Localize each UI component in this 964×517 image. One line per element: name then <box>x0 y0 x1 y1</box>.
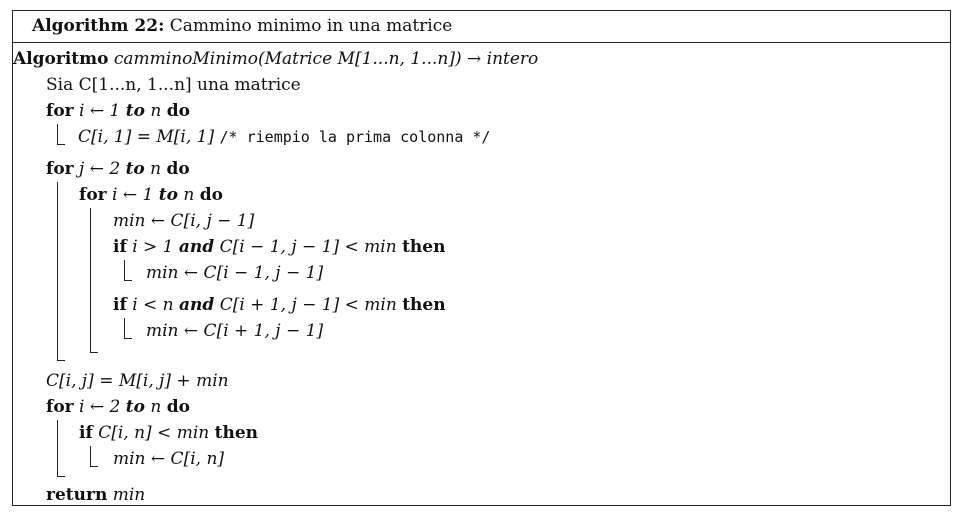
loop-bound: n <box>150 397 162 417</box>
function-signature: camminoMinimo(Matrice M[1...n, 1...n]) →… <box>113 49 539 69</box>
keyword-for: for <box>79 185 107 205</box>
block-bar-for-1 <box>57 124 58 144</box>
keyword-return: return <box>46 485 108 505</box>
block-bar-for-3 <box>90 208 91 352</box>
block-end-if-3 <box>90 466 98 467</box>
line-if-1: if i > 1 and C[i − 1, j − 1] < min then <box>113 236 445 258</box>
return-value: min <box>112 485 146 505</box>
keyword-to: to <box>158 185 178 205</box>
block-end-for-4 <box>57 476 65 477</box>
keyword-do: do <box>166 159 190 179</box>
line-return: return min <box>46 484 145 506</box>
code-comment: /* riempio la prima colonna */ <box>219 128 491 146</box>
condition-b: C[i + 1, j − 1] < min <box>219 295 397 315</box>
keyword-if: if <box>113 295 127 315</box>
block-bar-if-2 <box>124 318 125 338</box>
keyword-and: and <box>178 237 215 257</box>
condition-a: i < n <box>132 295 174 315</box>
keyword-to: to <box>125 397 145 417</box>
keyword-do: do <box>166 101 190 121</box>
block-end-for-1 <box>57 144 65 145</box>
keyword-for: for <box>46 397 74 417</box>
block-bar-for-4 <box>57 420 58 476</box>
block-end-if-1 <box>124 280 132 281</box>
block-end-for-2 <box>57 360 65 361</box>
line-min-assign: min ← C[i, j − 1] <box>113 211 255 231</box>
block-end-if-2 <box>124 338 132 339</box>
line-for-3: for i ← 1 to n do <box>79 184 223 206</box>
block-bar-if-3 <box>90 446 91 466</box>
keyword-do: do <box>166 397 190 417</box>
loop-init: i ← 1 <box>79 101 121 121</box>
line-sia: Sia C[1...n, 1...n] una matrice <box>46 75 301 95</box>
keyword-do: do <box>199 185 223 205</box>
keyword-algoritmo: Algoritmo <box>13 49 109 69</box>
loop-bound: n <box>150 159 162 179</box>
keyword-to: to <box>125 101 145 121</box>
loop-init: j ← 2 <box>79 159 121 179</box>
loop-bound: n <box>183 185 195 205</box>
loop-init: i ← 2 <box>79 397 121 417</box>
line-for-1: for i ← 1 to n do <box>46 100 190 122</box>
line-if-1-body: min ← C[i − 1, j − 1] <box>146 263 324 283</box>
keyword-to: to <box>125 159 145 179</box>
loop-init: i ← 1 <box>112 185 154 205</box>
keyword-then: then <box>402 295 446 315</box>
keyword-for: for <box>46 101 74 121</box>
line-if-2: if i < n and C[i + 1, j − 1] < min then <box>113 294 446 316</box>
line-if-2-body: min ← C[i + 1, j − 1] <box>146 321 324 341</box>
line-if-3-body: min ← C[i, n] <box>113 449 225 469</box>
condition-a: i > 1 <box>132 237 174 257</box>
line-for-2: for j ← 2 to n do <box>46 158 190 180</box>
block-end-for-3 <box>90 352 98 353</box>
condition: C[i, n] < min <box>98 423 210 443</box>
algorithm-caption: Algorithm 22: Cammino minimo in una matr… <box>13 11 950 43</box>
keyword-for: for <box>46 159 74 179</box>
keyword-then: then <box>214 423 259 443</box>
line-cij: C[i, j] = M[i, j] + min <box>46 371 229 391</box>
condition-b: C[i − 1, j − 1] < min <box>219 237 397 257</box>
algorithm-label: Algorithm 22: <box>32 16 165 36</box>
keyword-if: if <box>113 237 127 257</box>
init-statement: C[i, 1] = M[i, 1] <box>78 127 215 147</box>
loop-bound: n <box>150 101 162 121</box>
line-init: C[i, 1] = M[i, 1] /* riempio la prima co… <box>78 126 490 148</box>
algorithm-title: Cammino minimo in una matrice <box>169 16 453 36</box>
keyword-and: and <box>179 295 215 315</box>
keyword-if: if <box>79 423 93 443</box>
keyword-then: then <box>402 237 446 257</box>
algorithm-header: Algoritmo camminoMinimo(Matrice M[1...n,… <box>13 48 538 70</box>
block-bar-if-1 <box>124 260 125 280</box>
block-bar-for-2 <box>57 182 58 360</box>
line-if-3: if C[i, n] < min then <box>79 422 258 444</box>
line-for-4: for i ← 2 to n do <box>46 396 190 418</box>
